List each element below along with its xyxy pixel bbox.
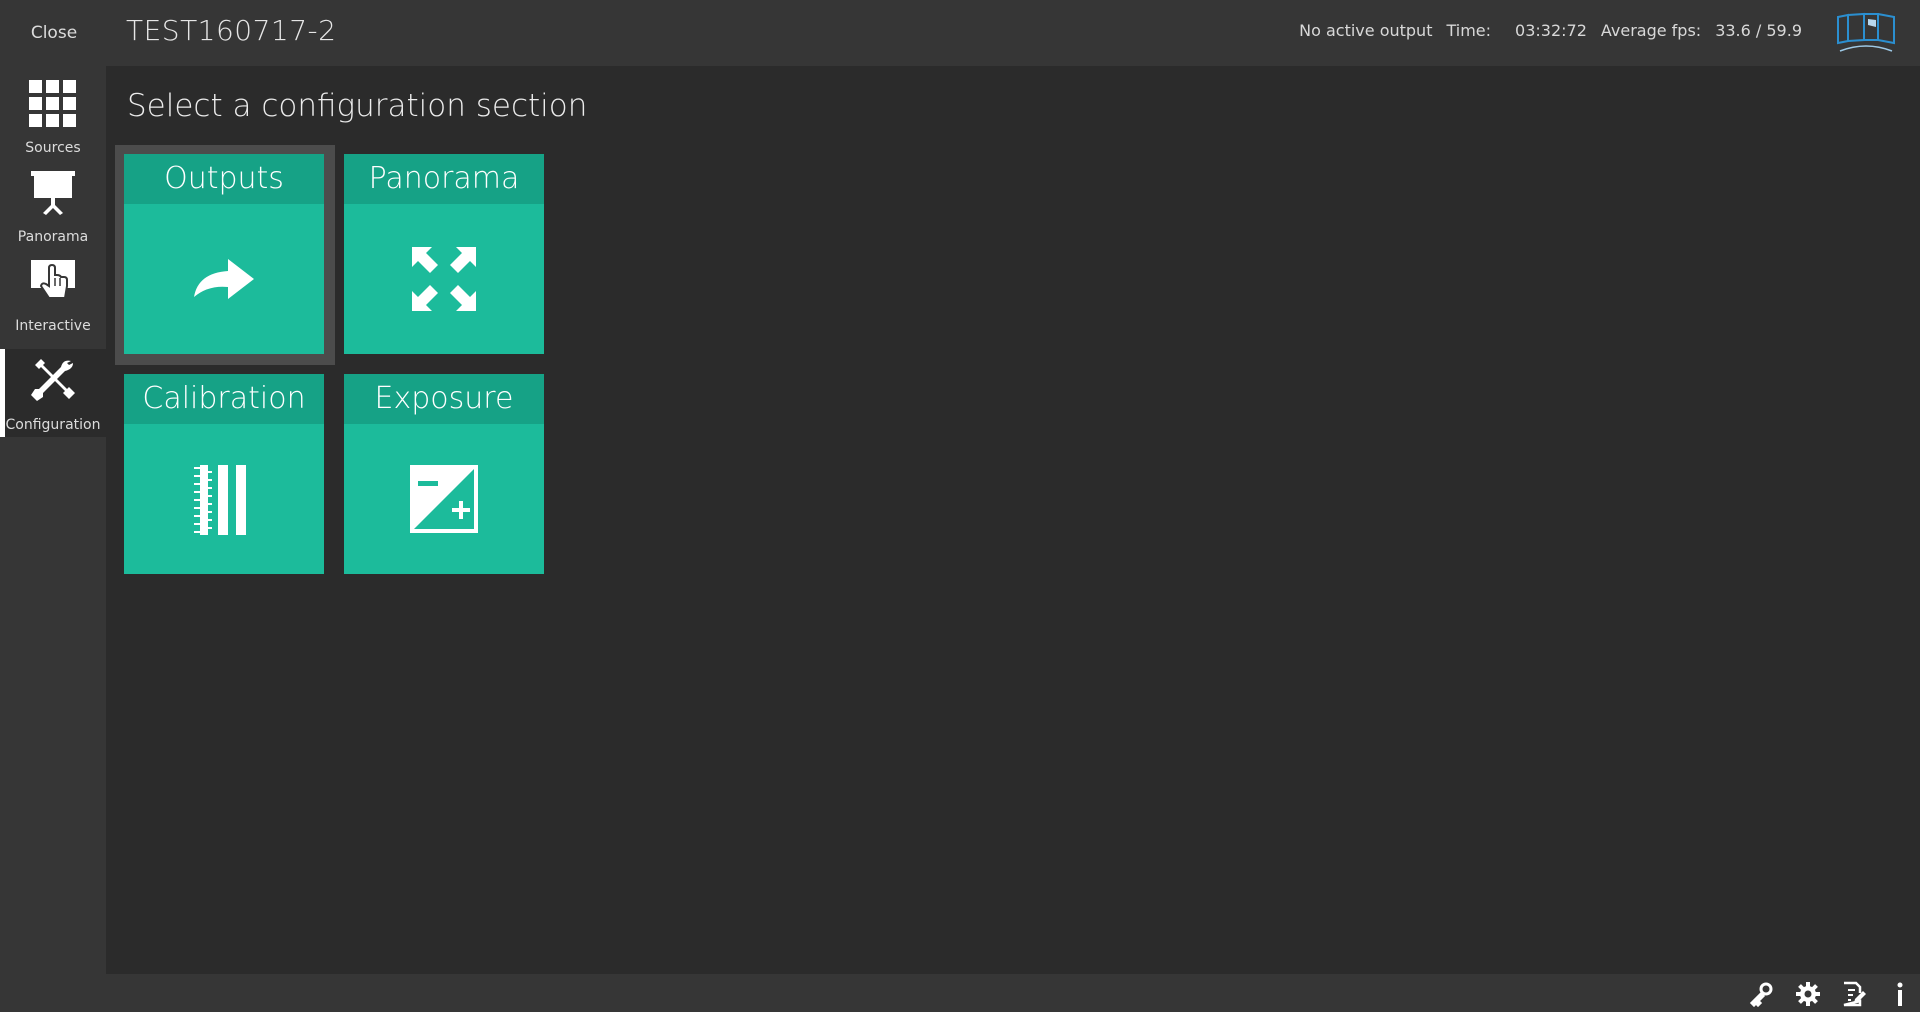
projector-screen-icon: [31, 171, 75, 215]
exposure-icon: [410, 465, 478, 533]
info-icon[interactable]: [1887, 981, 1913, 1007]
calibration-bars-icon: [194, 465, 246, 535]
tile-title: Outputs: [124, 154, 324, 204]
close-button[interactable]: Close: [22, 18, 86, 48]
tile-title: Exposure: [344, 374, 544, 424]
tile-outputs-wrapper: Outputs: [115, 145, 335, 365]
tile-title: Panorama: [344, 154, 544, 204]
touch-hand-icon: [31, 260, 75, 299]
bottom-bar: [0, 974, 1920, 1012]
tile-calibration[interactable]: Calibration: [124, 374, 324, 574]
sidebar-item-label: Sources: [25, 140, 81, 156]
sidebar-item-label: Interactive: [15, 318, 91, 334]
sidebar: Sources Panorama Interactive Configurati…: [0, 66, 106, 974]
tile-panorama-wrapper: Panorama: [335, 145, 555, 365]
tile-exposure-wrapper: Exposure: [335, 365, 555, 585]
sidebar-item-sources[interactable]: Sources: [0, 72, 106, 160]
share-arrow-icon: [194, 259, 254, 299]
project-title: TEST160717-2: [126, 14, 337, 47]
tile-exposure[interactable]: Exposure: [344, 374, 544, 574]
edit-notes-icon[interactable]: [1840, 981, 1866, 1007]
sidebar-item-interactive[interactable]: Interactive: [0, 250, 106, 338]
tile-title: Calibration: [124, 374, 324, 424]
sidebar-item-panorama[interactable]: Panorama: [0, 161, 106, 249]
expand-arrows-icon: [412, 247, 476, 311]
tools-icon: [31, 359, 75, 401]
sidebar-item-configuration[interactable]: Configuration: [0, 349, 106, 437]
tile-calibration-wrapper: Calibration: [115, 365, 335, 585]
fps-label: Average fps:: [1600, 21, 1702, 40]
sidebar-item-label: Configuration: [5, 417, 101, 433]
page-title: Select a configuration section: [127, 88, 588, 124]
tile-panorama[interactable]: Panorama: [344, 154, 544, 354]
sidebar-item-label: Panorama: [17, 229, 89, 245]
tile-outputs[interactable]: Outputs: [124, 154, 324, 354]
time-label: Time:: [1446, 21, 1492, 40]
top-bar: Close TEST160717-2 No active output Time…: [0, 0, 1920, 66]
status-bar: No active output Time: 03:32:72 Average …: [1299, 21, 1802, 40]
fps-value: 33.6 / 59.9: [1715, 21, 1802, 40]
gear-icon[interactable]: [1795, 981, 1821, 1007]
key-icon[interactable]: [1749, 981, 1775, 1007]
output-status: No active output: [1299, 21, 1433, 40]
grid-icon: [29, 80, 76, 127]
time-value: 03:32:72: [1515, 21, 1587, 40]
panorama-screen-logo-icon: [1837, 12, 1895, 52]
